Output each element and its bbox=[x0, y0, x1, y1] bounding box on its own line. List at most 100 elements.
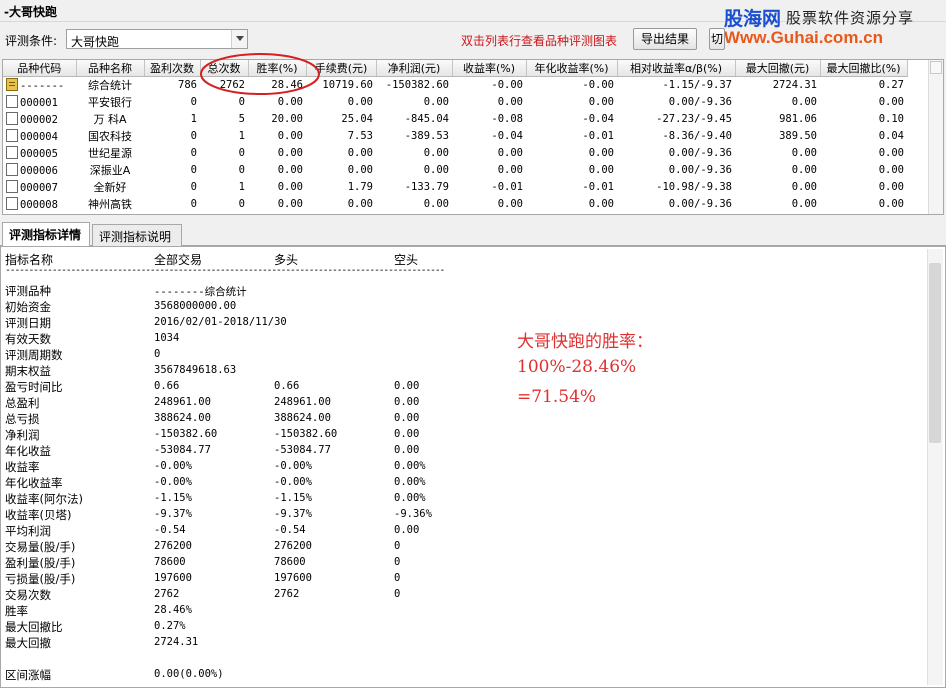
cell-rate: 0.00 bbox=[277, 130, 303, 142]
metric-long-value: 388624.00 bbox=[274, 412, 331, 424]
metric-row: 有效天数 1034 bbox=[1, 331, 521, 347]
cell-fee: 7.53 bbox=[347, 130, 373, 142]
table-row[interactable]: 000001 平安银行 0 0 0.00 0.00 0.00 0.00 0.00 0.00/-9.… bbox=[3, 94, 907, 111]
cell-code: 000004 bbox=[3, 128, 76, 145]
document-icon bbox=[6, 180, 18, 193]
metric-label: 收益率(贝塔) bbox=[5, 508, 72, 522]
cell-fee: 1.79 bbox=[347, 181, 373, 193]
column-header[interactable]: 品种名称 bbox=[76, 60, 145, 77]
cell-ret: 0.00 bbox=[497, 96, 523, 108]
extra-button[interactable]: 切 bbox=[709, 28, 725, 50]
cell-win: 0 bbox=[190, 96, 197, 108]
cell-name: 神州高铁 bbox=[88, 198, 132, 211]
document-icon bbox=[6, 95, 18, 108]
metric-long-value: -53084.77 bbox=[274, 444, 331, 456]
metric-short-value: 0.00 bbox=[394, 412, 420, 424]
metric-all-value: 3568000000.00 bbox=[154, 300, 237, 312]
table-row[interactable]: 000002 万 科A 1 5 20.00 25.04 -845.04 -0.08 -0.04 -… bbox=[3, 111, 907, 128]
table-row[interactable]: ------- 综合统计 786 2762 28.46 10719.60 -150382.6… bbox=[3, 77, 907, 94]
table-row[interactable]: 000007 全新好 0 1 0.00 1.79 -133.79 -0.01 -0.01 -10.… bbox=[3, 179, 907, 196]
code-text: ------- bbox=[20, 80, 65, 93]
cell-ddr: 0.00 bbox=[878, 164, 904, 176]
metric-label: 盈亏时间比 bbox=[5, 380, 63, 394]
metric-row: 盈亏时间比 0.66 0.66 0.00 bbox=[1, 379, 521, 395]
cell-rel: -8.36/-9.40 bbox=[662, 130, 732, 142]
cell-ddr: 0.27 bbox=[878, 79, 904, 92]
column-header[interactable]: 最大回撤(元) bbox=[735, 60, 821, 77]
cell-ddr: 0.04 bbox=[878, 130, 904, 142]
document-icon bbox=[6, 163, 18, 176]
column-header[interactable]: 净利润(元) bbox=[376, 60, 453, 77]
cell-annual: -0.01 bbox=[582, 181, 614, 193]
column-header[interactable]: 收益率(%) bbox=[452, 60, 527, 77]
cell-dd: 0.00 bbox=[791, 164, 817, 176]
metric-short-value: 0.00 bbox=[394, 524, 420, 536]
column-header[interactable]: 年化收益率(%) bbox=[526, 60, 618, 77]
metric-row: 年化收益率 -0.00% -0.00% 0.00% bbox=[1, 475, 521, 491]
column-header[interactable]: 总次数 bbox=[200, 60, 249, 77]
metric-short-value: 0.00% bbox=[394, 460, 426, 472]
column-header[interactable]: 盈利次数 bbox=[144, 60, 201, 77]
table-row[interactable]: 000008 神州高铁 0 0 0.00 0.00 0.00 0.00 0.00 0.00/-9.… bbox=[3, 196, 907, 213]
code-text: 000008 bbox=[20, 199, 58, 211]
cell-profit: 0.00 bbox=[423, 147, 449, 159]
metric-row: 收益率 -0.00% -0.00% 0.00% bbox=[1, 459, 521, 475]
metric-short-value: 0.00 bbox=[394, 444, 420, 456]
metric-label: 评测日期 bbox=[5, 316, 51, 330]
column-header[interactable]: 品种代码 bbox=[3, 60, 77, 77]
table-row[interactable]: 000006 深振业A 0 0 0.00 0.00 0.00 0.00 0.00 0.00/-9.… bbox=[3, 162, 907, 179]
code-text: 000006 bbox=[20, 165, 58, 177]
detail-panel: 指标名称 全部交易 多头 空头 ------------------------… bbox=[0, 246, 946, 688]
metric-long-value: -0.00% bbox=[274, 476, 312, 488]
metric-row: 交易量(股/手) 276200 276200 0 bbox=[1, 539, 521, 555]
cell-annual: 0.00 bbox=[588, 198, 614, 210]
table-row[interactable]: 000004 国农科技 0 1 0.00 7.53 -389.53 -0.04 -0.01 -8.… bbox=[3, 128, 907, 145]
metric-long-value: -0.54 bbox=[274, 524, 306, 536]
cell-code: 000008 bbox=[3, 196, 76, 213]
metric-short-value: 0.00% bbox=[394, 476, 426, 488]
metric-all-value: 0 bbox=[154, 348, 161, 360]
scroll-up-icon[interactable] bbox=[930, 61, 942, 74]
cell-ret: 0.00 bbox=[497, 198, 523, 210]
cell-name: 万 科A bbox=[93, 113, 127, 126]
cell-rate: 28.46 bbox=[271, 79, 303, 92]
metric-all-value: 0.00(0.00%) bbox=[154, 668, 224, 680]
detail-scroll-thumb[interactable] bbox=[929, 263, 941, 443]
chevron-down-icon bbox=[236, 36, 244, 41]
cell-win: 0 bbox=[190, 164, 197, 176]
metric-short-value: 0 bbox=[394, 540, 401, 552]
cell-rate: 0.00 bbox=[277, 147, 303, 159]
code-text: 000004 bbox=[20, 131, 58, 143]
metric-all-value: 2016/02/01-2018/11/30 bbox=[154, 316, 287, 328]
condition-select[interactable]: 大哥快跑 bbox=[66, 29, 248, 49]
tab-metric-details[interactable]: 评测指标详情 bbox=[2, 222, 90, 247]
cell-dd: 0.00 bbox=[791, 147, 817, 159]
column-header[interactable]: 最大回撤比(%) bbox=[820, 60, 908, 77]
cell-total: 1 bbox=[238, 181, 245, 193]
metric-all-value: --------综合统计 bbox=[154, 286, 247, 298]
table-scrollbar[interactable] bbox=[928, 60, 943, 214]
column-header[interactable]: 手续费(元) bbox=[306, 60, 377, 77]
metric-label: 平均利润 bbox=[5, 524, 51, 538]
export-button[interactable]: 导出结果 bbox=[633, 28, 697, 50]
cell-ddr: 0.00 bbox=[878, 181, 904, 193]
metric-row: 初始资金 3568000000.00 bbox=[1, 299, 521, 315]
cell-annual: 0.00 bbox=[588, 147, 614, 159]
metric-row: 评测品种 --------综合统计 bbox=[1, 283, 521, 299]
summary-icon bbox=[6, 78, 18, 92]
watermark-url: Www.Guhai.com.cn bbox=[724, 28, 883, 47]
column-header[interactable]: 胜率(%) bbox=[248, 60, 307, 77]
table-row[interactable]: 000005 世纪星源 0 0 0.00 0.00 0.00 0.00 0.00 0.00/-9.… bbox=[3, 145, 907, 162]
annotation-line-3: =71.54% bbox=[517, 387, 597, 407]
table-header: 品种代码 品种名称 盈利次数 总次数 胜率(%) 手续费(元) 净利润(元) 收益率(%) 年化… bbox=[3, 60, 908, 77]
column-header[interactable]: 相对收益率α/β(%) bbox=[617, 60, 736, 77]
tab-metric-explanation[interactable]: 评测指标说明 bbox=[92, 224, 182, 246]
metric-all-value: -53084.77 bbox=[154, 444, 211, 456]
metric-long-value: -9.37% bbox=[274, 508, 312, 520]
metric-all-value: -0.00% bbox=[154, 460, 192, 472]
dropdown-arrow[interactable] bbox=[231, 30, 247, 48]
metric-long-value: 0.66 bbox=[274, 380, 300, 392]
metric-short-value: 0.00 bbox=[394, 380, 420, 392]
metric-label: 有效天数 bbox=[5, 332, 51, 346]
cell-code: 000006 bbox=[3, 162, 76, 179]
